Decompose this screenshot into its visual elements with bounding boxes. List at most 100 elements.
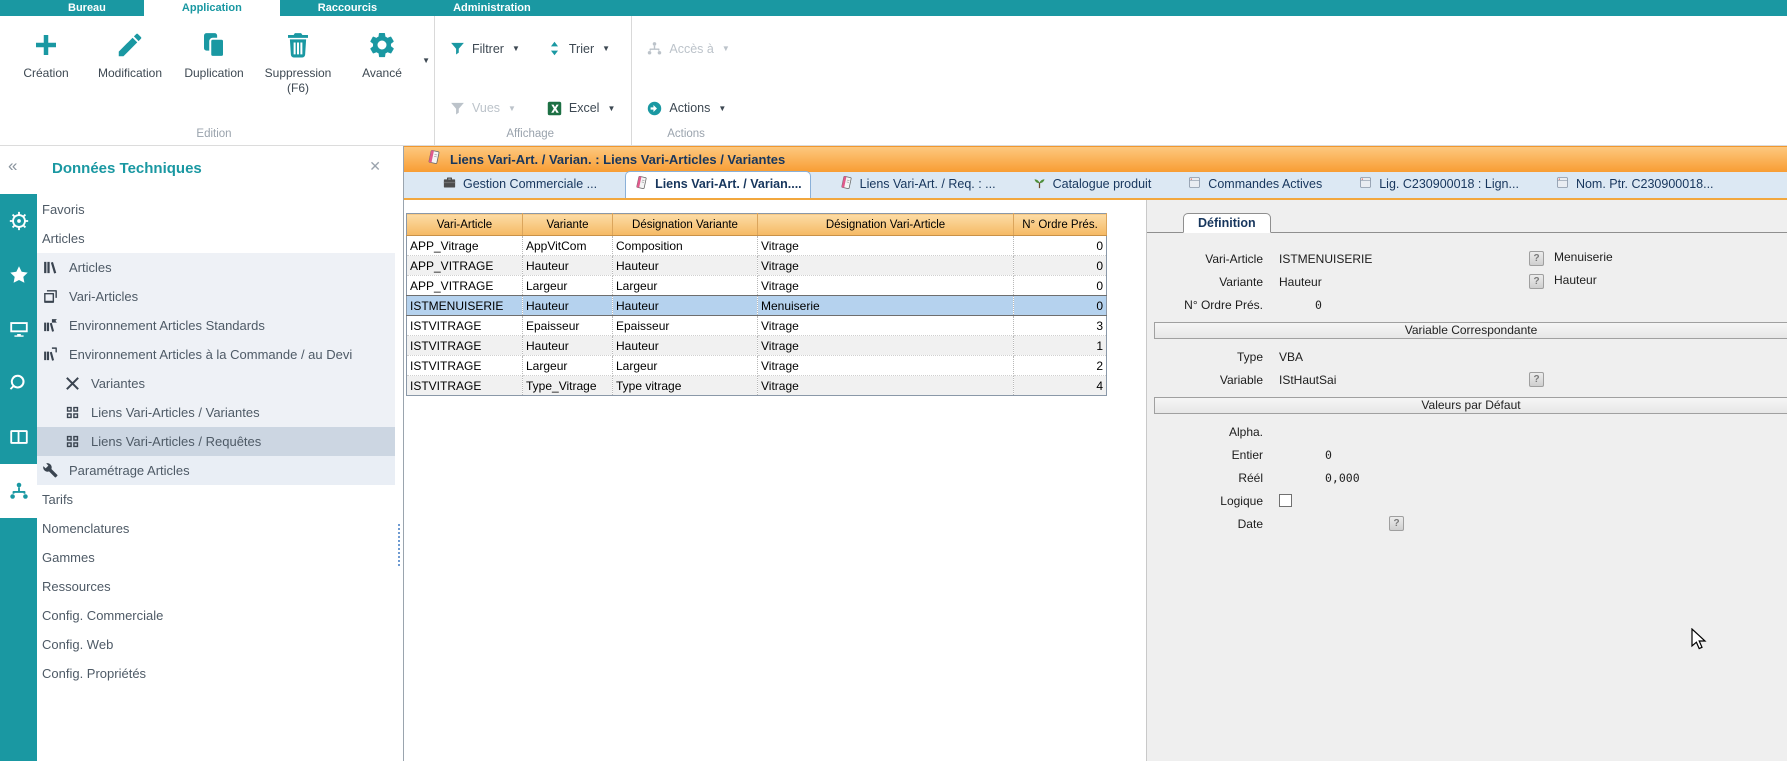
field-label: Variante (1147, 275, 1263, 289)
field-value[interactable]: 0 (1315, 298, 1322, 312)
sidebar-item-articles[interactable]: Articles (37, 224, 395, 253)
table-cell: Hauteur (523, 336, 613, 356)
ribbon-button-actions[interactable]: Actions▼ (646, 96, 729, 120)
arrow-circle-icon (646, 100, 663, 117)
tab-commandes-actives[interactable]: Commandes Actives (1179, 172, 1330, 198)
ribbon-button-duplication[interactable]: Duplication (172, 20, 256, 106)
sidebar-item-config-web[interactable]: Config. Web (37, 630, 395, 659)
copy-icon (172, 30, 256, 66)
grid-icon (64, 404, 84, 421)
ribbon-button-acces-a[interactable]: Accès à▼ (646, 37, 729, 61)
rail-item-helm-icon[interactable] (0, 194, 37, 248)
table-row[interactable]: ISTVITRAGEType_VitrageType vitrageVitrag… (407, 376, 1107, 396)
tab-liens-vari-art-req[interactable]: Liens Vari-Art. / Req. : ... (831, 172, 1004, 198)
table-cell: Vitrage (758, 276, 1014, 296)
rail-item-search-icon[interactable] (0, 356, 37, 410)
ribbon: CréationModificationDuplicationSuppressi… (0, 16, 1787, 146)
help-button[interactable]: ? (1529, 251, 1544, 266)
sidebar-item-vari-articles[interactable]: Vari-Articles (37, 282, 395, 311)
ribbon-group-label: Edition (4, 125, 424, 145)
sidebar-splitter[interactable] (395, 194, 403, 761)
table-row[interactable]: APP_VITRAGEHauteurHauteurVitrage0 (407, 256, 1107, 276)
tab-liens-vari-art-varian[interactable]: Liens Vari-Art. / Varian.... (625, 171, 811, 198)
column-header-designation-variante[interactable]: Désignation Variante (613, 214, 758, 236)
tab-nom-ptr-c230900018[interactable]: Nom. Ptr. C230900018... (1547, 172, 1722, 198)
sidebar-item-tarifs[interactable]: Tarifs (37, 485, 395, 514)
ribbon-button-filtrer[interactable]: Filtrer▼ (449, 37, 520, 61)
field-value[interactable]: ISTMENUISERIE (1279, 252, 1372, 266)
field-description: Hauteur (1554, 273, 1597, 287)
table-cell: 0 (1014, 276, 1107, 296)
sidebar-item-list: FavorisArticlesArticlesVari-ArticlesEnvi… (37, 195, 395, 688)
sidebar-item-nomenclatures[interactable]: Nomenclatures (37, 514, 395, 543)
sort-icon (546, 40, 563, 57)
table-row[interactable]: ISTMENUISERIEHauteurHauteurMenuiserie0 (407, 296, 1107, 316)
env-cmd-icon (42, 346, 62, 363)
table-cell: Vitrage (758, 336, 1014, 356)
field-value[interactable]: IStHautSai (1279, 373, 1336, 387)
column-header-designation-vari-article[interactable]: Désignation Vari-Article (758, 214, 1014, 236)
menu-tab-bureau[interactable]: Bureau (30, 0, 144, 16)
briefcase-icon (442, 175, 457, 193)
sidebar-item-favoris[interactable]: Favoris (37, 195, 395, 224)
column-header-variante[interactable]: Variante (523, 214, 613, 236)
ribbon-group-label: Affichage (439, 125, 621, 145)
table-cell: Hauteur (613, 256, 758, 276)
books-icon (42, 259, 62, 276)
rail-item-org-chart-icon[interactable] (0, 464, 37, 518)
ribbon-button-avance[interactable]: Avancé▼ (340, 20, 424, 106)
field-value[interactable]: 0,000 (1325, 471, 1360, 485)
collapse-sidebar-icon[interactable]: « (8, 156, 17, 176)
sidebar-item-liens-vari-articles-requetes[interactable]: Liens Vari-Articles / Requêtes (37, 427, 395, 456)
close-icon[interactable]: ✕ (369, 158, 381, 175)
sidebar-item-ressources[interactable]: Ressources (37, 572, 395, 601)
field-description: Menuiserie (1554, 250, 1613, 264)
menu-tab-raccourcis[interactable]: Raccourcis (280, 0, 415, 16)
sidebar-item-liens-vari-articles-variantes[interactable]: Liens Vari-Articles / Variantes (37, 398, 395, 427)
help-button[interactable]: ? (1529, 372, 1544, 387)
tab-gestion-commerciale[interactable]: Gestion Commerciale ... (434, 172, 605, 198)
rail-item-columns-icon[interactable] (0, 410, 37, 464)
tab-catalogue-produit[interactable]: Catalogue produit (1024, 172, 1160, 198)
sidebar-item-config-commerciale[interactable]: Config. Commerciale (37, 601, 395, 630)
column-header-vari-article[interactable]: Vari-Article (407, 214, 523, 236)
sidebar-item-articles[interactable]: Articles (37, 253, 395, 282)
ribbon-button-trier[interactable]: Trier▼ (546, 37, 616, 61)
menu-tab-administration[interactable]: Administration (415, 0, 569, 16)
field-value[interactable]: Hauteur (1279, 275, 1322, 289)
table-cell: Type_Vitrage (523, 376, 613, 396)
sidebar-item-gammes[interactable]: Gammes (37, 543, 395, 572)
definition-fields: Vari-ArticleISTMENUISERIE?MenuiserieVari… (1147, 233, 1787, 535)
tab-definition[interactable]: Définition (1183, 213, 1271, 233)
ribbon-button-creation[interactable]: Création (4, 20, 88, 106)
table-row[interactable]: ISTVITRAGEEpaisseurEpaisseurVitrage3 (407, 316, 1107, 336)
table-row[interactable]: APP_VitrageAppVitComCompositionVitrage0 (407, 236, 1107, 256)
sidebar-item-environnement-articles-standards[interactable]: Environnement Articles Standards (37, 311, 395, 340)
menu-tab-application[interactable]: Application (144, 0, 280, 16)
sidebar-item-parametrage-articles[interactable]: Paramétrage Articles (37, 456, 395, 485)
document-tabbar: Gestion Commerciale ... Liens Vari-Art. /… (404, 172, 1787, 200)
field-label: N° Ordre Prés. (1147, 298, 1263, 312)
ribbon-button-modification[interactable]: Modification (88, 20, 172, 106)
table-row[interactable]: APP_VITRAGELargeurLargeurVitrage0 (407, 276, 1107, 296)
table-row[interactable]: ISTVITRAGEHauteurHauteurVitrage1 (407, 336, 1107, 356)
table-row[interactable]: ISTVITRAGELargeurLargeurVitrage2 (407, 356, 1107, 376)
help-button[interactable]: ? (1529, 274, 1544, 289)
sidebar-item-environnement-articles-a-la-commande-au-devi[interactable]: Environnement Articles à la Commande / a… (37, 340, 395, 369)
help-button[interactable]: ? (1389, 516, 1404, 531)
tab-lig-c230900018-lign[interactable]: Lig. C230900018 : Lign... (1350, 172, 1527, 198)
rail-item-monitor-icon[interactable] (0, 302, 37, 356)
table-cell: Vitrage (758, 376, 1014, 396)
column-header-n-ordre-pres[interactable]: N° Ordre Prés. (1014, 214, 1107, 236)
ribbon-button-suppression-f6[interactable]: Suppression (F6) (256, 20, 340, 106)
field-value[interactable]: VBA (1279, 350, 1303, 364)
book-icon (426, 149, 442, 170)
ribbon-button-excel[interactable]: Excel▼ (546, 96, 616, 120)
logique-checkbox[interactable] (1279, 494, 1292, 507)
sidebar-item-config-proprietes[interactable]: Config. Propriétés (37, 659, 395, 688)
sidebar-item-variantes[interactable]: Variantes (37, 369, 395, 398)
field-value[interactable]: 0 (1325, 448, 1332, 462)
ribbon-button-vues[interactable]: Vues▼ (449, 96, 520, 120)
rail-item-star-icon[interactable] (0, 248, 37, 302)
ribbon-group-affichage: Filtrer▼ Trier▼ Vues▼ Excel▼ Affichage (434, 16, 631, 145)
